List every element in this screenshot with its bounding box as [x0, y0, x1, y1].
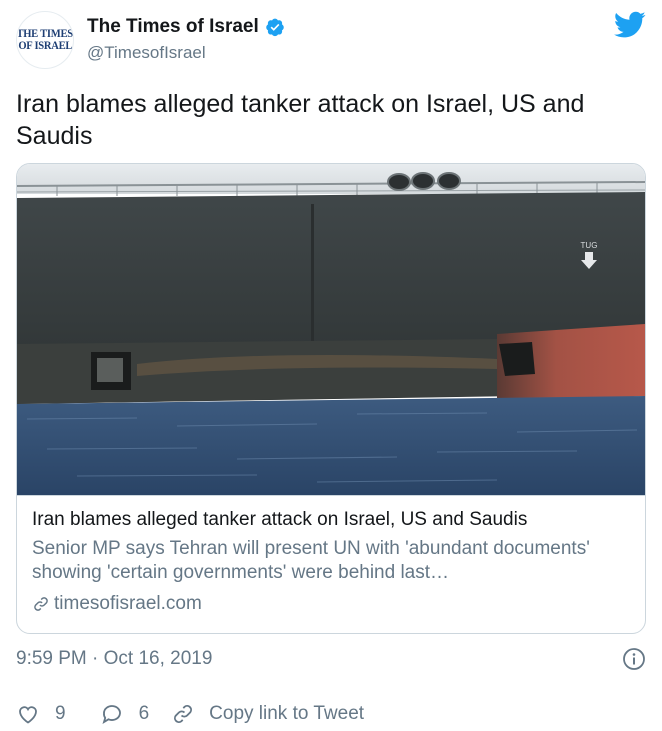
- heart-icon: [19, 706, 37, 724]
- account-handle[interactable]: @TimesofIsrael: [87, 43, 206, 63]
- card-body[interactable]: Iran blames alleged tanker attack on Isr…: [17, 495, 645, 633]
- like-button[interactable]: 9: [16, 702, 66, 726]
- tweet-text: Iran blames alleged tanker attack on Isr…: [16, 90, 585, 150]
- tweet: THE TIMES OF ISRAEL The Times of Israel …: [0, 0, 662, 731]
- copy-link-label: Copy link to Tweet: [209, 703, 365, 724]
- copy-link-icon: [174, 705, 193, 723]
- avatar-logo-line-1: THE TIMES: [16, 28, 74, 40]
- hull-marking-text: TUG: [581, 241, 598, 250]
- card-description: Senior MP says Tehran will present UN wi…: [32, 538, 590, 583]
- reply-button[interactable]: 6: [100, 702, 150, 726]
- card-image[interactable]: TUG: [17, 164, 645, 495]
- twitter-bird-icon[interactable]: [614, 11, 646, 39]
- card-domain-text: timesofisrael.com: [54, 593, 202, 614]
- info-icon[interactable]: [622, 647, 646, 671]
- reply-bubble-icon: [102, 705, 121, 724]
- link-preview-card[interactable]: TUG Iran blames alleged tanker attack on…: [16, 163, 646, 634]
- copy-link-button[interactable]: Copy link to Tweet: [171, 702, 364, 726]
- action-bar: 9 6 Copy link to Tweet: [16, 700, 364, 728]
- display-name-text: The Times of Israel: [87, 16, 259, 37]
- avatar[interactable]: THE TIMES OF ISRAEL: [16, 11, 74, 69]
- verified-badge-icon: [266, 18, 284, 37]
- card-title: Iran blames alleged tanker attack on Isr…: [32, 509, 528, 530]
- reply-count: 6: [138, 703, 150, 724]
- avatar-logo-line-2: OF ISRAEL: [18, 40, 72, 52]
- link-icon: [34, 597, 48, 611]
- display-name[interactable]: The Times of Israel: [87, 16, 285, 38]
- like-count: 9: [55, 703, 66, 724]
- card-domain: timesofisrael.com: [32, 592, 630, 616]
- tweet-timestamp[interactable]: 9:59 PM · Oct 16, 2019: [16, 648, 212, 670]
